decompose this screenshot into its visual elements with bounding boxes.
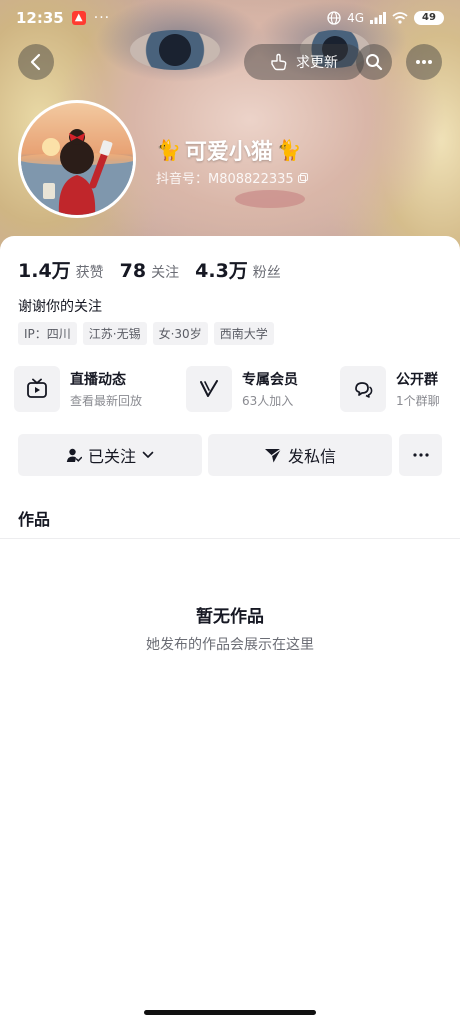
search-button[interactable] [356,44,392,80]
request-update-label: 求更新 [296,55,338,71]
stat-value: 1.4万 [18,260,71,282]
stat-label: 获赞 [75,265,104,281]
more-options-button[interactable] [406,44,442,80]
tv-icon [14,366,60,412]
stats-row: 1.4万 获赞 78 关注 4.3万 粉丝 [18,256,281,283]
feature-title: 直播动态 [70,372,126,388]
tag-gender-age: 女·30岁 [152,322,208,345]
status-bar: 12:35 ▲ ··· 4G 49 [0,0,460,36]
send-message-button[interactable]: 发私信 [208,434,392,476]
tab-works[interactable]: 作品 [18,506,50,530]
tag-ip: IP：四川 [18,322,77,345]
cat-emoji-icon: 🐈 [276,138,302,162]
avatar-illustration [21,129,133,215]
feature-text: 专属会员 63人加入 [242,369,298,409]
request-update-button[interactable]: 求更新 [244,44,364,80]
divider [0,538,460,539]
followed-button[interactable]: 已关注 [18,434,202,476]
more-dots-icon [416,60,432,64]
profile-bio: 谢谢你的关注 [18,299,102,315]
chevron-left-icon [30,53,41,71]
network-type: 4G [347,11,364,25]
status-dots: ··· [93,10,111,26]
send-message-label: 发私信 [287,447,336,466]
stat-label: 关注 [151,265,180,281]
stat-following[interactable]: 78 关注 [120,260,179,282]
wifi-icon [392,12,408,24]
status-right: 4G 49 [327,11,444,25]
douyin-id[interactable]: 抖音号：M808822335 [156,168,308,187]
chevron-down-icon [142,451,154,458]
feature-text: 公开群 1个群聊 [396,369,440,409]
douyin-id-text: 抖音号：M808822335 [156,172,294,187]
profile-name: 可爱小猫 [184,140,273,165]
tag-location[interactable]: 江苏·无锡 [82,322,147,345]
status-time: 12:35 [16,9,64,27]
banner-eye-left [130,30,220,70]
more-dots-icon [412,453,429,457]
search-icon [366,54,383,71]
tag-school[interactable]: 西南大学 [213,322,274,345]
notification-badge-icon: ▲ [71,11,86,25]
feature-subtitle: 查看最新回放 [70,394,143,408]
profile-name-row: 🐈 可爱小猫 🐈 [156,134,302,166]
chat-icon [340,366,386,412]
battery-indicator: 49 [414,11,444,25]
avatar[interactable] [18,100,136,218]
feature-live[interactable]: 直播动态 查看最新回放 [14,366,142,412]
feature-subtitle: 63人加入 [242,394,294,408]
v-icon [186,366,232,412]
feature-group[interactable]: 公开群 1个群聊 [340,366,440,412]
banner-lips [235,190,305,208]
stat-value: 4.3万 [195,260,248,282]
stat-value: 78 [119,260,147,282]
stat-followers[interactable]: 4.3万 粉丝 [195,256,281,283]
copy-icon[interactable] [297,172,308,183]
globe-icon [327,11,341,25]
cat-emoji-icon: 🐈 [156,138,181,162]
profile-tags: IP：四川 江苏·无锡 女·30岁 西南大学 [18,322,274,345]
send-icon [264,448,282,463]
home-indicator[interactable] [144,1010,316,1015]
feature-row: 直播动态 查看最新回放 专属会员 63人加入 公开群 1个群聊 [14,366,460,412]
stat-label: 粉丝 [252,265,281,281]
action-row: 已关注 发私信 [18,434,442,476]
empty-state-title: 暂无作品 [196,607,264,627]
signal-icon [370,12,386,24]
stat-likes[interactable]: 1.4万 获赞 [18,256,104,283]
empty-state-subtitle: 她发布的作品会展示在这里 [146,637,314,653]
followed-label: 已关注 [87,447,136,466]
more-actions-button[interactable] [399,434,442,476]
profile-content-card: 1.4万 获赞 78 关注 4.3万 粉丝 谢谢你的关注 IP：四川 江苏·无锡… [0,236,460,1022]
user-check-icon [66,448,82,462]
feature-subtitle: 1个群聊 [396,394,440,408]
feature-title: 公开群 [396,372,438,388]
back-button[interactable] [18,44,54,80]
hand-point-icon [271,53,287,71]
feature-text: 直播动态 查看最新回放 [70,369,142,409]
feature-membership[interactable]: 专属会员 63人加入 [186,366,298,412]
feature-title: 专属会员 [242,372,298,388]
